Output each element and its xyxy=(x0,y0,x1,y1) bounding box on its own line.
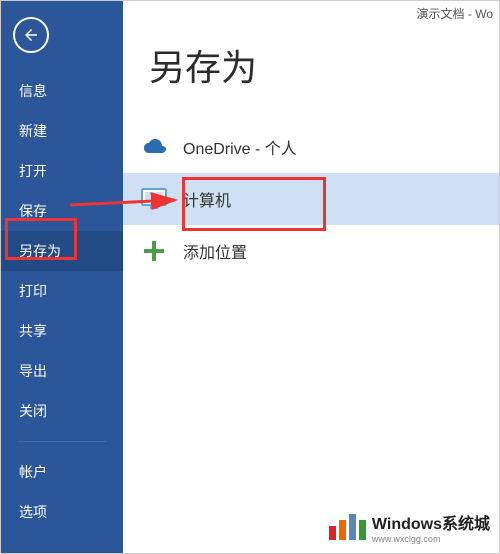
option-label: 计算机 xyxy=(183,187,231,211)
nav-save[interactable]: 保存 xyxy=(1,191,123,231)
nav-share[interactable]: 共享 xyxy=(1,311,123,351)
option-computer[interactable]: 计算机 xyxy=(123,173,499,225)
watermark-url: www.wxclgg.com xyxy=(372,534,490,544)
watermark-name: Windows系统城 xyxy=(372,510,490,534)
option-onedrive[interactable]: OneDrive - 个人 xyxy=(123,121,499,173)
nav-info[interactable]: 信息 xyxy=(1,71,123,111)
sidebar: 信息 新建 打开 保存 另存为 打印 共享 导出 关闭 帐户 选项 xyxy=(1,1,123,553)
nav-export[interactable]: 导出 xyxy=(1,351,123,391)
computer-icon xyxy=(139,184,169,214)
option-label: OneDrive - 个人 xyxy=(183,135,297,159)
arrow-left-icon xyxy=(22,26,40,44)
option-label: 添加位置 xyxy=(183,239,247,263)
nav-account[interactable]: 帐户 xyxy=(1,452,123,492)
page-title: 另存为 xyxy=(149,39,499,91)
nav-options[interactable]: 选项 xyxy=(1,492,123,532)
nav-open[interactable]: 打开 xyxy=(1,151,123,191)
nav-print[interactable]: 打印 xyxy=(1,271,123,311)
nav-divider xyxy=(17,441,107,442)
watermark-bars xyxy=(329,514,366,540)
nav-close[interactable]: 关闭 xyxy=(1,391,123,431)
nav-new[interactable]: 新建 xyxy=(1,111,123,151)
main-panel: 演示文档 - Wo 另存为 OneDrive - 个人 计算机 添加位置 xyxy=(123,1,499,553)
option-add-location[interactable]: 添加位置 xyxy=(123,225,499,277)
cloud-icon xyxy=(139,132,169,162)
plus-icon xyxy=(139,236,169,266)
watermark: Windows系统城 www.wxclgg.com xyxy=(329,510,490,544)
window-title: 演示文档 - Wo xyxy=(417,5,493,22)
back-button[interactable] xyxy=(13,17,49,53)
nav-save-as[interactable]: 另存为 xyxy=(1,231,123,271)
